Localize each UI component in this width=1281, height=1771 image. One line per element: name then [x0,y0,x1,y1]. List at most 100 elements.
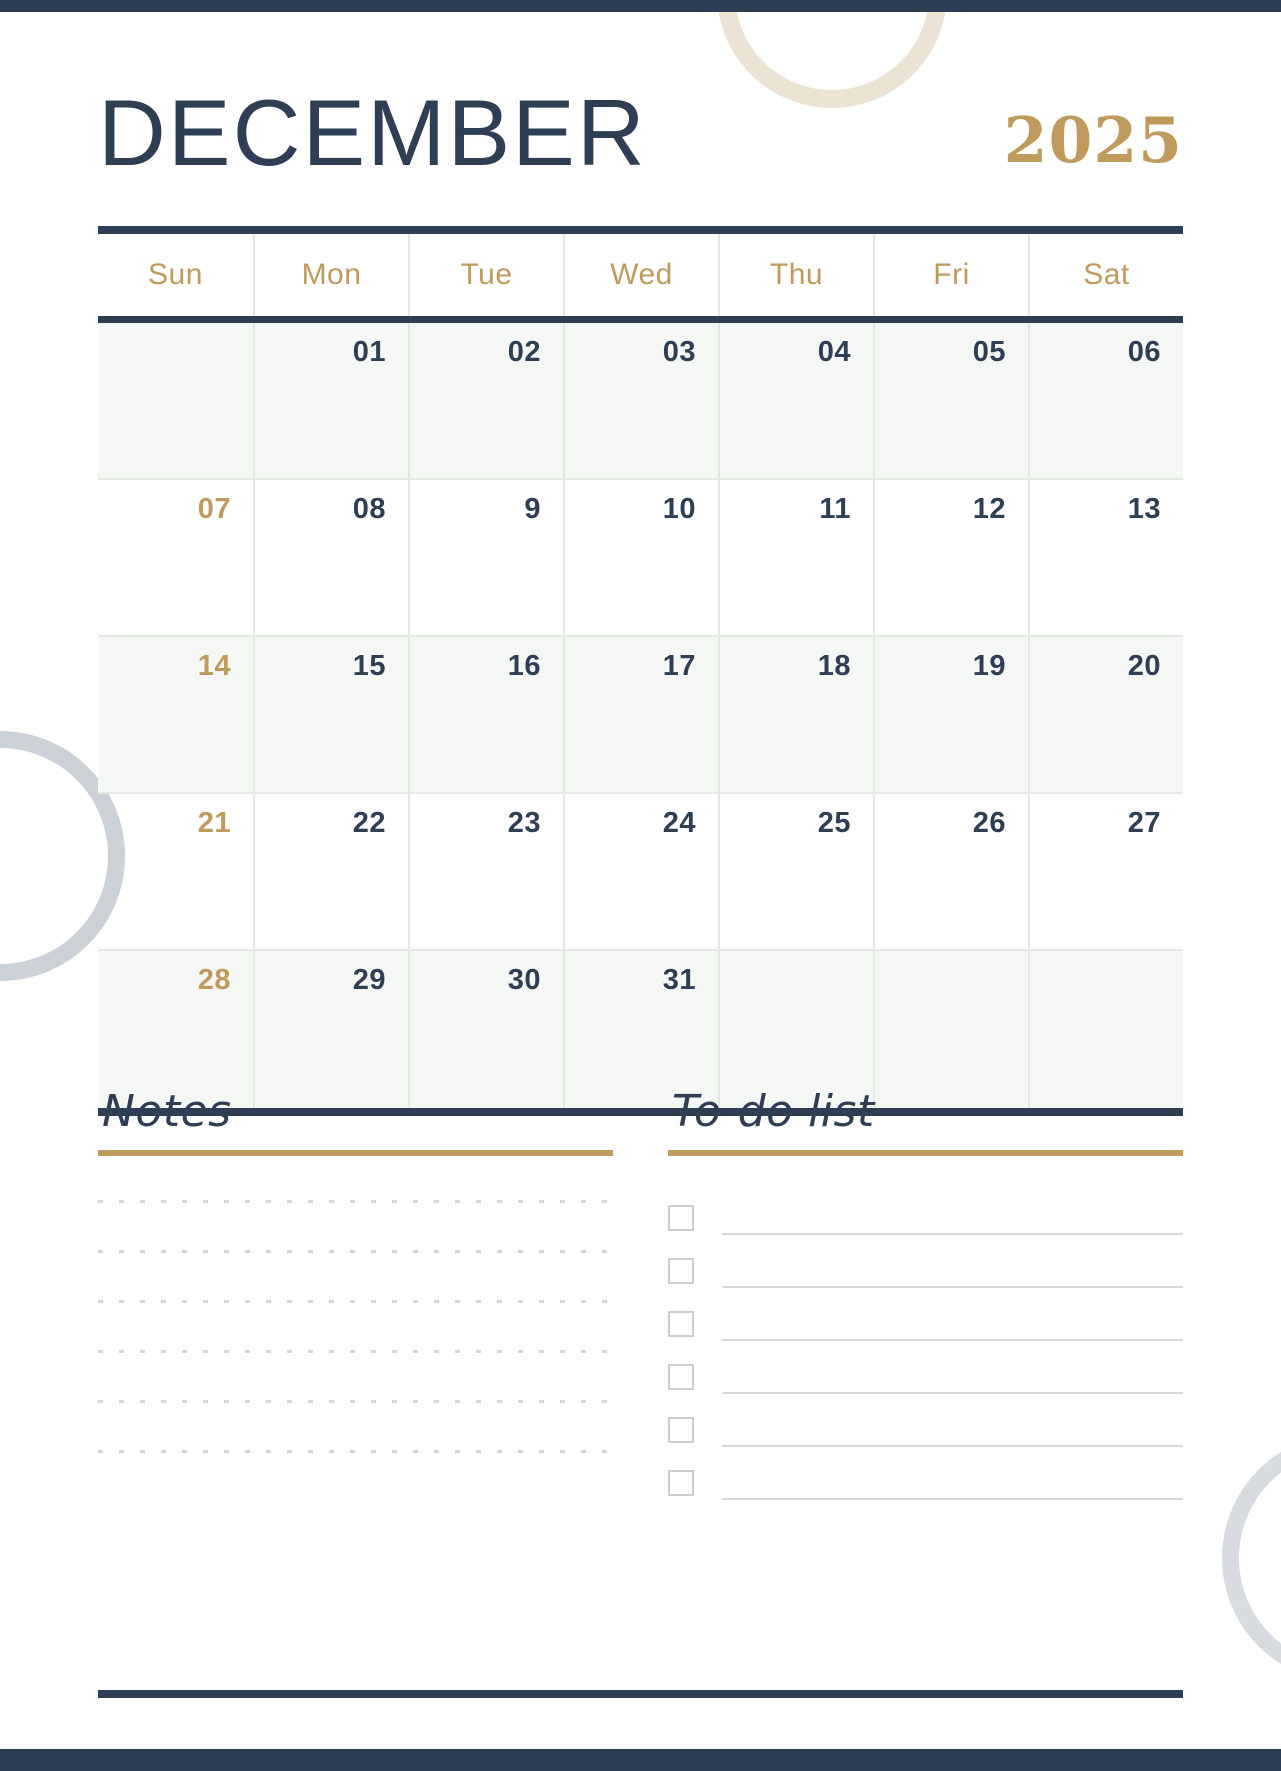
day-cell-empty [873,951,1028,1108]
todo-row [668,1235,1183,1289]
notes-dotted-line[interactable] [98,1200,613,1204]
weekday-header-wed: Wed [563,234,718,316]
notes-dotted-line[interactable] [98,1400,613,1404]
weekday-header-sun: Sun [148,258,203,291]
calendar-header: DECEMBER 2025 [98,60,1183,180]
day-cell-23[interactable]: 23 [408,794,563,949]
todo-row [668,1341,1183,1395]
day-number: 20 [1127,650,1161,682]
day-cell-05[interactable]: 05 [873,323,1028,478]
day-number: 22 [352,807,386,839]
todo-write-line[interactable] [722,1498,1183,1501]
day-number: 03 [662,336,696,368]
day-cell-21[interactable]: 21 [98,794,253,949]
weekday-header-thu: Thu [718,234,873,316]
todo-row [668,1288,1183,1342]
day-cell-20[interactable]: 20 [1028,637,1183,792]
todo-write-line[interactable] [722,1233,1183,1236]
notes-dotted-line[interactable] [98,1250,613,1254]
year-title: 2025 [1003,103,1183,177]
notes-dotted-line[interactable] [98,1300,613,1304]
day-cell-27[interactable]: 27 [1028,794,1183,949]
day-cell-30[interactable]: 30 [408,951,563,1108]
notes-underline [98,1150,613,1157]
day-number: 16 [507,650,541,682]
day-cell-25[interactable]: 25 [718,794,873,949]
todo-items [668,1182,1183,1501]
todo-underline [668,1150,1183,1157]
day-cell-14[interactable]: 14 [98,637,253,792]
day-cell-03[interactable]: 03 [563,323,718,478]
day-number: 01 [352,336,386,368]
todo-write-line[interactable] [722,1286,1183,1289]
calendar-page: DECEMBER 2025 Sun Mon Tue Wed Thu Fri Sat 01 02… [0,0,1281,1771]
week-row: 21 22 23 24 25 26 27 [98,794,1183,951]
day-cell-08[interactable]: 08 [253,480,408,635]
notes-panel: Notes [98,1086,613,1500]
day-cell-11[interactable]: 11 [718,480,873,635]
weekday-header-fri: Fri [873,234,1028,316]
day-cell-31[interactable]: 31 [563,951,718,1108]
day-cell-empty [1028,951,1183,1108]
notes-writing-area[interactable] [98,1200,613,1454]
day-cell-24[interactable]: 24 [563,794,718,949]
checkbox-icon[interactable] [668,1311,694,1338]
week-row: 28 29 30 31 [98,951,1183,1108]
week-row: 01 02 03 04 05 06 [98,323,1183,480]
day-cell-04[interactable]: 04 [718,323,873,478]
day-number: 27 [1127,807,1161,839]
day-cell-9[interactable]: 9 [408,480,563,635]
day-number: 25 [817,807,851,839]
todo-write-line[interactable] [722,1445,1183,1448]
day-number: 26 [972,807,1006,839]
notes-dotted-line[interactable] [98,1350,613,1354]
todo-write-line[interactable] [722,1392,1183,1395]
day-cell-22[interactable]: 22 [253,794,408,949]
checkbox-icon[interactable] [668,1417,694,1444]
todo-row [668,1447,1183,1501]
checkbox-icon[interactable] [668,1364,694,1391]
day-cell-12[interactable]: 12 [873,480,1028,635]
day-number: 04 [817,336,851,368]
day-cell-06[interactable]: 06 [1028,323,1183,478]
checkbox-icon[interactable] [668,1470,694,1497]
todo-write-line[interactable] [722,1339,1183,1342]
day-cell-13[interactable]: 13 [1028,480,1183,635]
day-number: 28 [197,964,231,996]
day-cell-29[interactable]: 29 [253,951,408,1108]
day-cell-18[interactable]: 18 [718,637,873,792]
day-number: 02 [507,336,541,368]
todo-row [668,1182,1183,1236]
month-title: DECEMBER [98,80,647,185]
checkbox-icon[interactable] [668,1205,694,1232]
day-number: 21 [197,807,231,839]
notes-dotted-line[interactable] [98,1450,613,1454]
day-cell-26[interactable]: 26 [873,794,1028,949]
weekday-header-tue: Tue [408,234,563,316]
day-number: 23 [507,807,541,839]
week-row: 14 15 16 17 18 19 20 [98,637,1183,794]
bottom-accent-band [0,1749,1281,1771]
day-number: 15 [352,650,386,682]
todo-panel: To-do list [668,1087,1183,1501]
day-cell-10[interactable]: 10 [563,480,718,635]
day-cell-15[interactable]: 15 [253,637,408,792]
day-cell-02[interactable]: 02 [408,323,563,478]
weekday-header-row: Sun Mon Tue Wed Thu Fri Sat [98,234,1183,316]
day-number: 06 [1127,336,1161,368]
notes-title: Notes [102,1086,232,1137]
day-cell-19[interactable]: 19 [873,637,1028,792]
day-number: 14 [197,650,231,682]
day-number: 19 [972,650,1006,682]
day-cell-16[interactable]: 16 [408,637,563,792]
day-cell-17[interactable]: 17 [563,637,718,792]
calendar-grid: Sun Mon Tue Wed Thu Fri Sat 01 02 03 04 05 06 07 08 9 1… [98,226,1183,1116]
grid-top-rule [98,226,1183,234]
checkbox-icon[interactable] [668,1258,694,1285]
day-cell-07[interactable]: 07 [98,480,253,635]
day-cell-28[interactable]: 28 [98,951,253,1108]
day-number: 30 [507,964,541,996]
day-number: 08 [352,493,386,525]
day-cell-01[interactable]: 01 [253,323,408,478]
grid-header-rule [98,316,1183,323]
